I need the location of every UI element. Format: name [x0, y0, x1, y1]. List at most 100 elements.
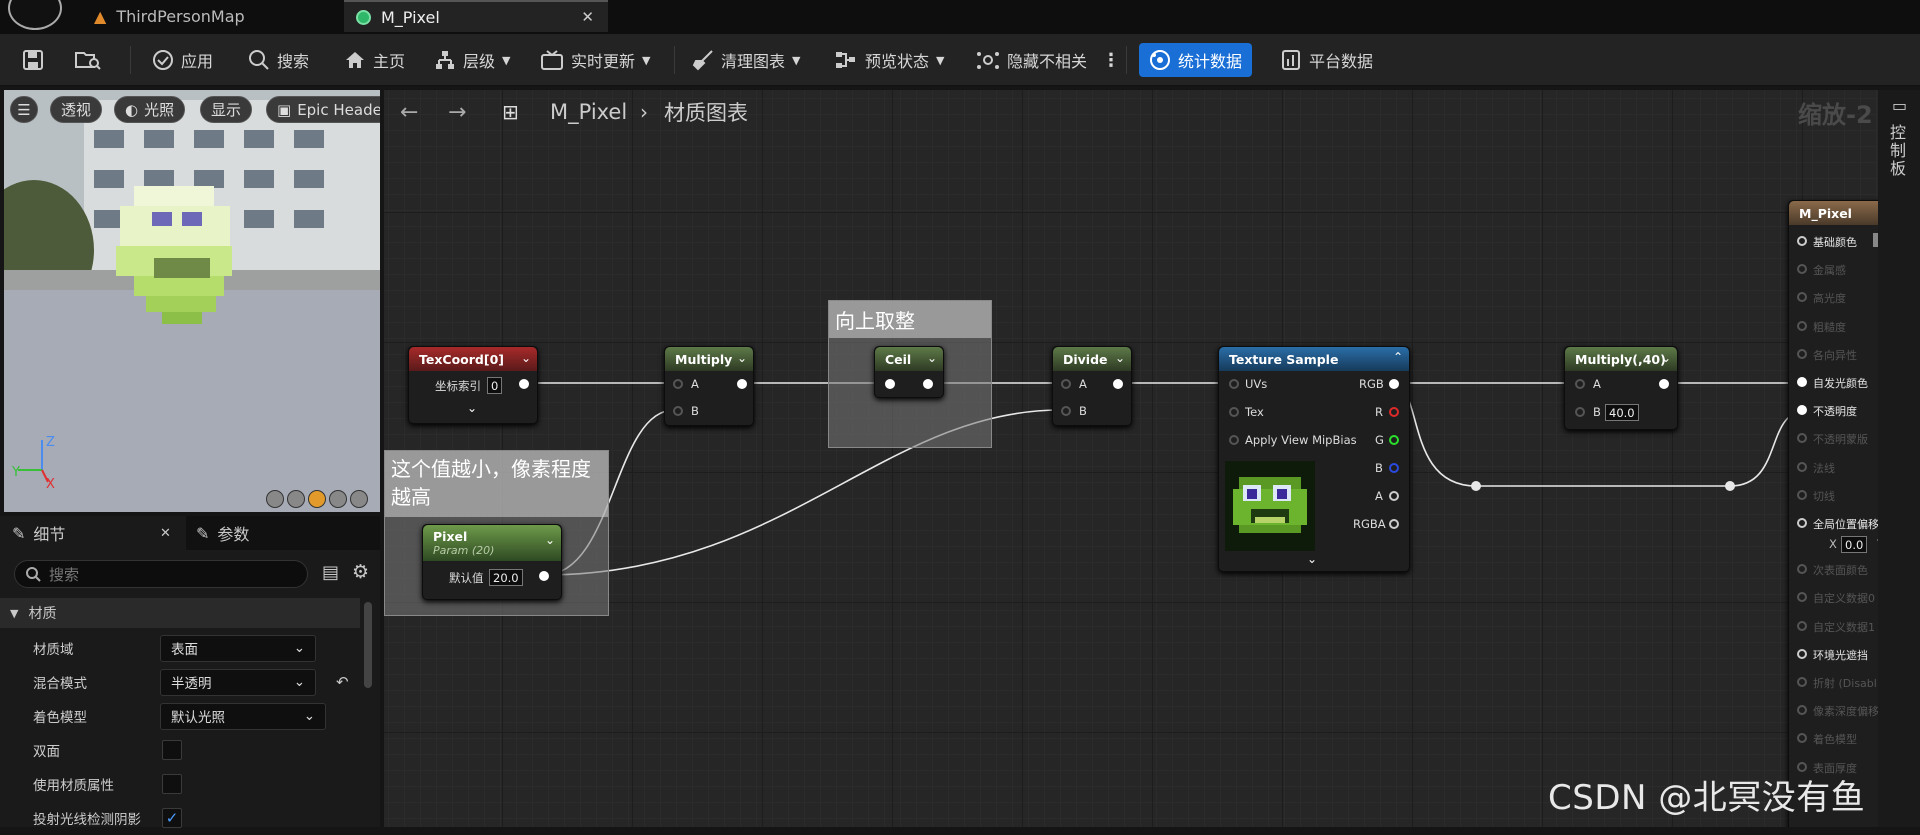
output-pin-row[interactable]: 自定义数据0 [1789, 587, 1878, 607]
palette-side-tab[interactable]: ▭ 控制板 [1878, 90, 1920, 827]
output-pin-row[interactable]: 自发光颜色 [1789, 372, 1878, 392]
show-button[interactable]: 显示 [200, 96, 253, 123]
output-input-pin[interactable] [1797, 648, 1807, 659]
hide-unrelated-button[interactable]: 隐藏不相关 [972, 43, 1091, 77]
ceil-output-pin[interactable] [923, 379, 933, 389]
output-input-pin[interactable] [1797, 592, 1807, 603]
divide-output-pin[interactable] [1113, 379, 1123, 389]
search-button[interactable]: 搜索 [244, 43, 313, 77]
output-input-pin[interactable] [1797, 705, 1807, 716]
multiply-b-pin[interactable] [673, 406, 683, 416]
node-ceil[interactable]: Ceil ⌄ [874, 346, 944, 398]
tab-params[interactable]: ✎ 参数 [196, 516, 249, 550]
node-multiply-40[interactable]: Multiply(,40) ⌄ A B 40.0 [1564, 346, 1678, 430]
tab-m-pixel[interactable]: M_Pixel ✕ [344, 0, 608, 32]
ceil-input-pin[interactable] [885, 379, 895, 389]
output-input-pin[interactable] [1797, 264, 1807, 275]
coordinate-index-input[interactable]: 0 [487, 377, 503, 394]
uvs-pin[interactable] [1229, 379, 1239, 389]
tex-pin[interactable] [1229, 407, 1239, 417]
clean-graph-dropdown[interactable]: 清理图表 ▼ [688, 43, 804, 77]
expand-icon[interactable]: ⌄ [1307, 552, 1317, 566]
output-pin-row[interactable]: 金属感 [1789, 259, 1878, 279]
expand-icon[interactable]: ⌄ [467, 401, 477, 415]
viewport-menu-button[interactable]: ☰ [10, 96, 38, 123]
output-pin-row[interactable]: 不透明蒙版 [1789, 428, 1878, 448]
output-pin-row[interactable]: 像素深度偏移 [1789, 700, 1878, 720]
output-pin-row[interactable]: 不透明度 [1789, 400, 1878, 420]
settings-icon[interactable]: ⚙ [352, 561, 369, 583]
multiply40-b-pin[interactable] [1575, 407, 1585, 417]
cast-raytraced-shadows-checkbox[interactable]: ✓ [162, 808, 182, 828]
multiply-output-pin[interactable] [737, 379, 747, 389]
output-pin-row[interactable]: 自定义数据1 [1789, 616, 1878, 636]
output-pin-row[interactable]: 法线 [1789, 457, 1878, 477]
node-material-output[interactable]: M_Pixel 基础颜色 金属感 高光度 粗糙度 各向异性 自发光颜色 不透明度 不透明蒙版法… [1788, 200, 1878, 827]
more-options-button[interactable]: ⋮ [1098, 43, 1124, 77]
use-material-attributes-checkbox[interactable] [162, 774, 182, 794]
material-graph[interactable]: ← → ⊞ M_Pixel › 材质图表 缩放-2 向上取整 这个值越小，像素程… [384, 90, 1878, 827]
output-pin-row[interactable]: 着色模型 [1789, 728, 1878, 748]
divide-a-pin[interactable] [1061, 379, 1071, 389]
close-tab-icon[interactable]: ✕ [581, 8, 594, 26]
output-input-pin[interactable] [1797, 733, 1807, 744]
output-pin-row[interactable]: 基础颜色 [1789, 231, 1878, 251]
save-button[interactable] [18, 43, 48, 77]
output-input-pin[interactable] [1797, 377, 1807, 387]
perspective-button[interactable]: 透视 [50, 96, 103, 123]
pixel-output-pin[interactable] [539, 571, 549, 581]
lit-button[interactable]: ◐ 光照 [114, 96, 186, 123]
output-pin-row[interactable]: 折射 (Disabl [1789, 672, 1878, 692]
mipbias-pin[interactable] [1229, 435, 1239, 445]
sphere-icon[interactable] [287, 490, 305, 508]
output-pin-row[interactable]: 各向异性 [1789, 344, 1878, 364]
cylinder-icon[interactable] [266, 490, 284, 508]
output-input-pin[interactable] [1797, 518, 1807, 528]
platform-stats-button[interactable]: 平台数据 [1276, 43, 1377, 77]
node-pixel-param[interactable]: Pixel Param (20) ⌄ 默认值 20.0 [422, 524, 562, 600]
node-texture-sample[interactable]: Texture Sample ⌃ UVs Tex Apply View MipB… [1218, 346, 1410, 572]
output-input-pin[interactable] [1797, 564, 1807, 575]
details-search-input[interactable]: 搜索 [14, 560, 308, 588]
default-value-input[interactable]: 20.0 [489, 569, 523, 586]
browse-button[interactable] [70, 43, 106, 77]
output-pin-row[interactable]: 环境光遮挡 [1789, 644, 1878, 664]
material-domain-dropdown[interactable]: 表面 ⌄ [160, 634, 316, 662]
node-multiply[interactable]: Multiply ⌄ A B [664, 346, 754, 426]
output-input-pin[interactable] [1797, 461, 1807, 472]
a-output-pin[interactable] [1389, 491, 1399, 501]
stats-button[interactable]: 统计数据 [1139, 43, 1253, 77]
table-view-icon[interactable]: ▤ [322, 562, 339, 583]
close-icon[interactable]: ✕ [160, 526, 171, 541]
preview-mesh-button[interactable]: ▣ Epic Heade [266, 96, 380, 123]
details-scrollbar[interactable] [364, 602, 372, 688]
home-button[interactable]: 主页 [340, 43, 409, 77]
output-input-pin[interactable] [1797, 236, 1807, 246]
output-input-pin[interactable] [1797, 620, 1807, 631]
b-output-pin[interactable] [1389, 463, 1399, 473]
shading-model-dropdown[interactable]: 默认光照 ⌄ [160, 702, 326, 730]
r-output-pin[interactable] [1389, 407, 1399, 417]
output-input-pin[interactable] [1797, 489, 1807, 500]
cube-icon[interactable] [329, 490, 347, 508]
blend-mode-dropdown[interactable]: 半透明 ⌄ [160, 668, 316, 696]
multiply40-output-pin[interactable] [1659, 379, 1669, 389]
node-texcoord[interactable]: TexCoord[0] ⌄ 坐标索引 0 ⌄ [408, 346, 538, 424]
two-sided-checkbox[interactable] [162, 740, 182, 760]
texcoord-output-pin[interactable] [519, 379, 529, 389]
divide-b-pin[interactable] [1061, 406, 1071, 416]
multiply-a-pin[interactable] [673, 379, 683, 389]
section-material[interactable]: ▼ 材质 [0, 598, 360, 628]
g-output-pin[interactable] [1389, 435, 1399, 445]
offset-x-input[interactable]: 0.0 [1841, 536, 1868, 553]
output-pin-row[interactable]: 全局位置偏移X0.0Y [1789, 513, 1878, 553]
hierarchy-dropdown[interactable]: 层级 ▼ [430, 43, 514, 77]
output-input-pin[interactable] [1797, 348, 1807, 359]
reset-icon[interactable]: ↶ [336, 673, 349, 691]
output-input-pin[interactable] [1797, 433, 1807, 444]
custom-mesh-icon[interactable] [350, 490, 368, 508]
preview-viewport[interactable]: Z X Y ☰ 透视 ◐ 光照 显示 ▣ Epic Heade [4, 90, 380, 512]
tab-details[interactable]: ✎ 细节 ✕ [0, 516, 186, 550]
output-pin-row[interactable]: 高光度 [1789, 287, 1878, 307]
unreal-logo[interactable] [8, 0, 62, 30]
